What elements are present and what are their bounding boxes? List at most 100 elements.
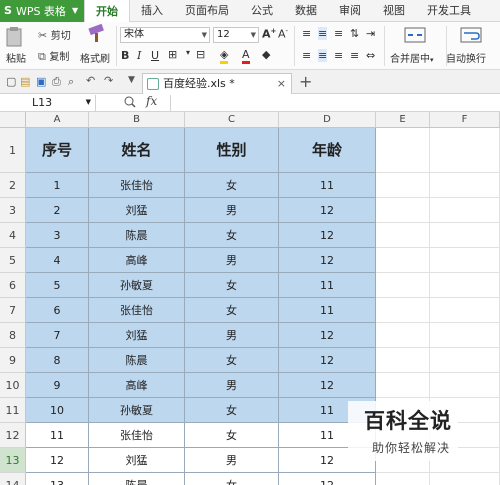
table-cell[interactable]: 11 <box>279 173 376 198</box>
row-header[interactable]: 5 <box>0 248 26 273</box>
table-cell[interactable]: 刘猛 <box>89 323 185 348</box>
empty-cell[interactable] <box>376 173 430 198</box>
table-cell[interactable]: 12 <box>279 348 376 373</box>
table-cell[interactable]: 4 <box>26 248 89 273</box>
table-cell[interactable]: 女 <box>185 423 279 448</box>
table-cell[interactable]: 11 <box>26 423 89 448</box>
empty-cell[interactable] <box>430 273 500 298</box>
table-cell[interactable]: 高峰 <box>89 373 185 398</box>
empty-cell[interactable] <box>430 248 500 273</box>
column-header[interactable]: A <box>26 112 89 128</box>
new-tab-icon[interactable]: + <box>299 72 312 91</box>
table-cell[interactable]: 刘猛 <box>89 448 185 473</box>
underline-icon[interactable]: U <box>151 49 159 62</box>
fill-color-icon[interactable]: ◈ <box>220 48 229 64</box>
clear-format-icon[interactable]: ◆ <box>262 48 270 61</box>
row-header[interactable]: 14 <box>0 473 26 485</box>
font-name-select[interactable]: 宋体 ▼ <box>120 27 210 43</box>
undo-icon[interactable]: ↶ <box>86 74 98 87</box>
empty-cell[interactable] <box>430 373 500 398</box>
table-cell[interactable]: 陈晨 <box>89 223 185 248</box>
table-header-cell[interactable]: 姓名 <box>89 128 185 173</box>
justify-icon[interactable]: ≡ <box>350 49 359 62</box>
align-left-icon[interactable]: ≡ <box>302 49 311 62</box>
align-middle-icon[interactable]: ≡ <box>318 27 328 40</box>
copy-button[interactable]: ⧉ 复制 <box>38 48 69 64</box>
column-header[interactable]: E <box>376 112 430 128</box>
empty-cell[interactable] <box>376 223 430 248</box>
table-cell[interactable]: 男 <box>185 248 279 273</box>
table-cell[interactable]: 女 <box>185 298 279 323</box>
row-header[interactable]: 7 <box>0 298 26 323</box>
table-cell[interactable]: 男 <box>185 323 279 348</box>
empty-cell[interactable] <box>430 323 500 348</box>
column-header[interactable]: C <box>185 112 279 128</box>
row-header[interactable]: 12 <box>0 423 26 448</box>
table-cell[interactable]: 2 <box>26 198 89 223</box>
orientation-icon[interactable]: ⇅ <box>350 27 359 40</box>
table-cell[interactable]: 孙敏夏 <box>89 398 185 423</box>
font-size-select[interactable]: 12 ▼ <box>213 27 259 43</box>
empty-cell[interactable] <box>376 273 430 298</box>
table-cell[interactable]: 11 <box>279 273 376 298</box>
open-folder-icon[interactable]: ▤ <box>20 75 32 88</box>
menu-item[interactable]: 审阅 <box>328 0 372 21</box>
table-cell[interactable]: 10 <box>26 398 89 423</box>
font-color-icon[interactable]: A <box>242 48 250 64</box>
table-header-cell[interactable]: 序号 <box>26 128 89 173</box>
increase-font-icon[interactable]: A+ <box>262 27 276 41</box>
table-cell[interactable]: 孙敏夏 <box>89 273 185 298</box>
row-header[interactable]: 13 <box>0 448 26 473</box>
document-tab[interactable]: 百度经验.xls * × <box>142 73 292 94</box>
row-header[interactable]: 8 <box>0 323 26 348</box>
menu-item[interactable]: 开发工具 <box>416 0 482 21</box>
menu-item[interactable]: 插入 <box>130 0 174 21</box>
table-cell[interactable]: 陈晨 <box>89 473 185 485</box>
empty-cell[interactable] <box>430 128 500 173</box>
table-cell[interactable]: 7 <box>26 323 89 348</box>
merge-cells-icon[interactable]: ⊟ <box>196 48 205 61</box>
format-painter-button[interactable]: 格式刷 <box>80 23 114 68</box>
empty-cell[interactable] <box>376 373 430 398</box>
new-file-icon[interactable]: ▢ <box>6 75 18 88</box>
table-cell[interactable]: 5 <box>26 273 89 298</box>
print-icon[interactable]: ⎙ <box>52 75 64 88</box>
chevron-down-icon[interactable]: ▼ <box>128 75 140 87</box>
table-cell[interactable]: 12 <box>279 223 376 248</box>
menu-item[interactable]: 视图 <box>372 0 416 21</box>
app-menu-button[interactable]: S WPS 表格 ▼ <box>0 0 84 22</box>
table-cell[interactable]: 女 <box>185 273 279 298</box>
save-icon[interactable]: ▣ <box>36 75 48 88</box>
align-center-icon[interactable]: ≡ <box>318 49 328 62</box>
table-cell[interactable]: 9 <box>26 373 89 398</box>
table-cell[interactable]: 12 <box>279 323 376 348</box>
empty-cell[interactable] <box>376 248 430 273</box>
empty-cell[interactable] <box>376 473 430 485</box>
menu-item[interactable]: 公式 <box>240 0 284 21</box>
row-header[interactable]: 9 <box>0 348 26 373</box>
table-cell[interactable]: 男 <box>185 448 279 473</box>
table-cell[interactable]: 12 <box>26 448 89 473</box>
table-cell[interactable]: 女 <box>185 173 279 198</box>
align-bottom-icon[interactable]: ≡ <box>334 27 343 40</box>
table-cell[interactable]: 3 <box>26 223 89 248</box>
table-cell[interactable]: 女 <box>185 223 279 248</box>
table-cell[interactable]: 8 <box>26 348 89 373</box>
empty-cell[interactable] <box>430 173 500 198</box>
empty-cell[interactable] <box>376 298 430 323</box>
table-cell[interactable]: 张佳怡 <box>89 423 185 448</box>
row-header[interactable]: 1 <box>0 128 26 173</box>
table-cell[interactable]: 张佳怡 <box>89 173 185 198</box>
column-header[interactable]: B <box>89 112 185 128</box>
table-cell[interactable]: 6 <box>26 298 89 323</box>
align-top-icon[interactable]: ≡ <box>302 27 311 40</box>
table-header-cell[interactable]: 性别 <box>185 128 279 173</box>
table-cell[interactable]: 男 <box>185 373 279 398</box>
row-header[interactable]: 3 <box>0 198 26 223</box>
row-header[interactable]: 10 <box>0 373 26 398</box>
table-cell[interactable]: 女 <box>185 473 279 485</box>
table-cell[interactable]: 12 <box>279 198 376 223</box>
table-cell[interactable]: 刘猛 <box>89 198 185 223</box>
table-cell[interactable]: 女 <box>185 398 279 423</box>
redo-icon[interactable]: ↷ <box>104 74 116 87</box>
